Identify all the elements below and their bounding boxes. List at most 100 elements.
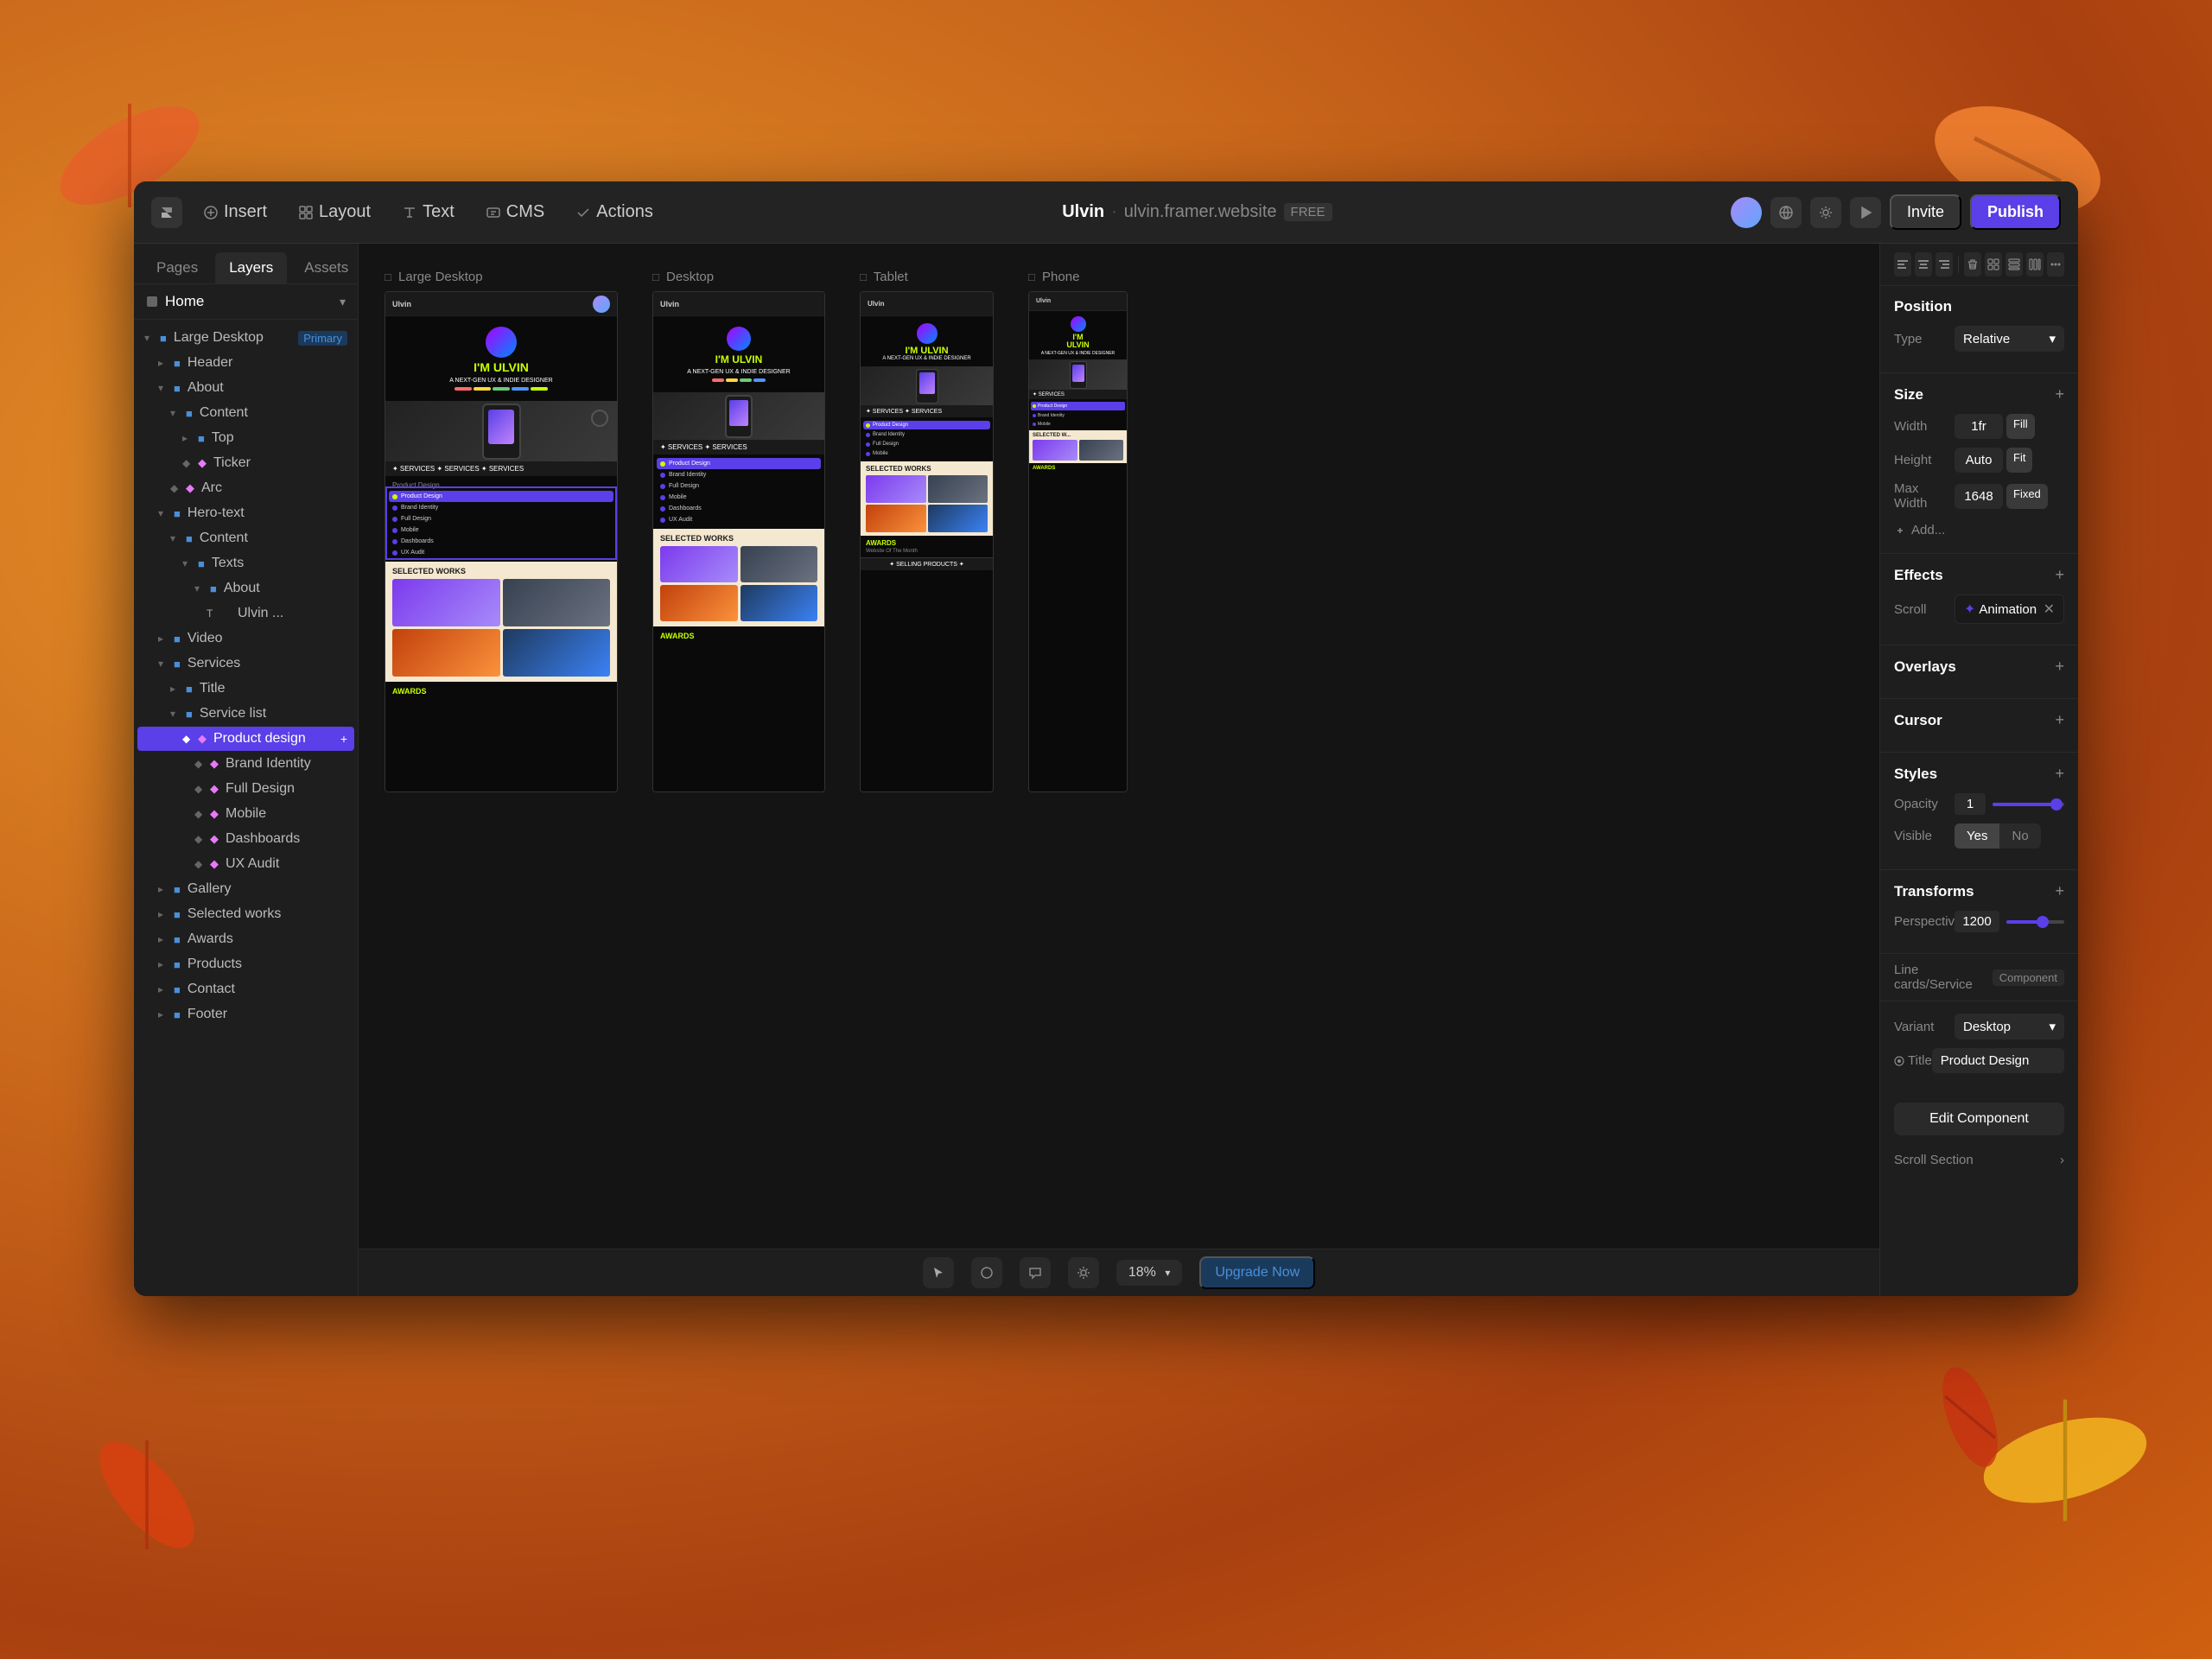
type-select[interactable]: Relative ▾ <box>1955 326 2064 352</box>
layer-large-desktop[interactable]: ▾ ■ Large Desktop Primary <box>137 326 354 350</box>
maxwidth-input[interactable]: 1648 <box>1955 484 2003 509</box>
layer-full-design[interactable]: ◆ ◆ Full Design + <box>137 777 354 801</box>
user-avatar[interactable] <box>1731 197 1762 228</box>
layer-dashboards[interactable]: ◆ ◆ Dashboards + <box>137 827 354 851</box>
layer-texts[interactable]: ▾ ■ Texts <box>137 551 354 575</box>
upgrade-button[interactable]: Upgrade Now <box>1199 1256 1315 1289</box>
layer-selected-works[interactable]: ▸ ■ Selected works <box>137 902 354 926</box>
height-row: Height Auto Fit <box>1894 448 2064 473</box>
invite-button[interactable]: Invite <box>1890 194 1961 230</box>
width-mode[interactable]: Fill <box>2006 414 2035 439</box>
mock-service-ux: UX Audit <box>389 547 613 558</box>
visible-no[interactable]: No <box>1999 823 2040 849</box>
effects-add-btn[interactable]: + <box>2055 566 2064 584</box>
layer-awards[interactable]: ▸ ■ Awards <box>137 927 354 951</box>
tab-pages[interactable]: Pages <box>143 252 212 283</box>
layout-tool-btn[interactable] <box>1985 252 2002 276</box>
layer-contact[interactable]: ▸ ■ Contact <box>137 977 354 1001</box>
width-input[interactable]: 1fr <box>1955 414 2003 439</box>
styles-add-btn[interactable]: + <box>2055 765 2064 783</box>
arrow-icon: ▸ <box>158 908 170 920</box>
layer-about[interactable]: ▾ ■ About <box>137 376 354 400</box>
edit-component-button[interactable]: Edit Component <box>1894 1103 2064 1135</box>
globe-icon-btn[interactable] <box>1770 197 1802 228</box>
opacity-slider-track[interactable] <box>1993 803 2064 806</box>
frame-icon: ■ <box>160 332 167 345</box>
zoom-control[interactable]: 18% ▾ <box>1116 1260 1183 1286</box>
publish-button[interactable]: Publish <box>1970 194 2061 230</box>
flex-col-btn[interactable] <box>2005 252 2023 276</box>
layer-ux-audit[interactable]: ◆ ◆ UX Audit + <box>137 852 354 876</box>
variant-select[interactable]: Desktop ▾ <box>1955 1014 2064 1039</box>
tab-assets[interactable]: Assets <box>290 252 362 283</box>
height-mode[interactable]: Fit <box>2006 448 2032 473</box>
chat-tool[interactable] <box>1020 1257 1051 1288</box>
layer-brand-identity[interactable]: ◆ ◆ Brand Identity + <box>137 752 354 776</box>
layer-hero-text[interactable]: ▾ ■ Hero-text ⚙ <box>137 501 354 525</box>
sun-tool[interactable] <box>1068 1257 1099 1288</box>
add-size-btn[interactable]: Add... <box>1894 519 2064 541</box>
preview-viewport-tablet[interactable]: Ulvin I'M ULVIN A NEXT-GEN UX & INDIE DE… <box>860 291 994 792</box>
tab-layers[interactable]: Layers <box>215 252 287 283</box>
page-selector[interactable]: Home ▾ <box>134 284 358 320</box>
avatar-t <box>917 323 938 344</box>
perspective-slider[interactable] <box>2006 920 2064 924</box>
actions-button[interactable]: Actions <box>565 197 664 227</box>
align-left-btn[interactable] <box>1894 252 1911 276</box>
settings-icon-btn[interactable] <box>1810 197 1841 228</box>
layer-title[interactable]: ▸ ■ Title + <box>137 677 354 701</box>
pointer-tool[interactable] <box>971 1257 1002 1288</box>
align-center-btn[interactable] <box>1915 252 1932 276</box>
align-right-btn[interactable] <box>1936 252 1953 276</box>
insert-button[interactable]: Insert <box>193 197 277 227</box>
layer-products[interactable]: ▸ ■ Products <box>137 952 354 976</box>
layer-product-design[interactable]: ◆ ◆ Product design + <box>137 727 354 751</box>
text-button[interactable]: Text <box>391 197 465 227</box>
canvas-area[interactable]: □ Large Desktop Ulvin <box>359 244 1879 1296</box>
layer-ulvin[interactable]: T Ulvin ... + <box>137 601 354 626</box>
layer-about2[interactable]: ▾ ■ About <box>137 576 354 601</box>
preview-viewport-desktop[interactable]: Ulvin I'M ULVIN A NEXT-GEN UX & INDIE DE… <box>652 291 825 792</box>
layer-services[interactable]: ▾ ■ Services <box>137 652 354 676</box>
animation-close-btn[interactable]: ✕ <box>2044 601 2055 618</box>
preview-viewport-phone[interactable]: Ulvin I'MULVIN A NEXT-GEN UX & INDIE DES… <box>1028 291 1128 792</box>
layer-header[interactable]: ▸ ■ Header ⚙ <box>137 351 354 375</box>
cms-button[interactable]: CMS <box>475 197 555 227</box>
animation-badge: ✦ Animation ✕ <box>1955 594 2064 624</box>
layer-name: Ulvin ... <box>238 606 334 621</box>
layer-footer[interactable]: ▸ ■ Footer ⚙ <box>137 1002 354 1027</box>
cursor-tool[interactable] <box>923 1257 954 1288</box>
mock-service-dash: Dashboards <box>389 536 613 547</box>
dash-d: Dashboards <box>657 503 821 514</box>
add-icon[interactable]: + <box>340 732 347 746</box>
height-input[interactable]: Auto <box>1955 448 2003 473</box>
layer-ticker[interactable]: ◆ ◆ Ticker <box>137 451 354 475</box>
layer-top[interactable]: ▸ ■ Top <box>137 426 354 450</box>
flex-row-btn[interactable] <box>2026 252 2044 276</box>
frame-icon: ■ <box>174 983 181 996</box>
layer-mobile[interactable]: ◆ ◆ Mobile + <box>137 802 354 826</box>
maxwidth-mode[interactable]: Fixed <box>2006 484 2048 509</box>
overlays-add-btn[interactable]: + <box>2055 658 2064 676</box>
layout-button[interactable]: Layout <box>288 197 381 227</box>
size-add-btn[interactable]: + <box>2055 385 2064 404</box>
opacity-value: 1 <box>1955 793 2064 815</box>
preview-viewport-large[interactable]: Ulvin I'M ULVIN A NEXT-GEN UX & INDIE DE… <box>385 291 618 792</box>
visible-yes[interactable]: Yes <box>1955 823 1999 849</box>
layer-service-list[interactable]: ▾ ■ Service list <box>137 702 354 726</box>
trash-btn[interactable] <box>1964 252 1981 276</box>
layer-gallery[interactable]: ▸ ■ Gallery <box>137 877 354 901</box>
scroll-section[interactable]: Scroll Section › <box>1880 1144 2078 1176</box>
component-title-input[interactable]: Product Design <box>1932 1048 2064 1073</box>
more-btn[interactable] <box>2047 252 2064 276</box>
frame-icon: ■ <box>174 958 181 971</box>
perspective-input[interactable]: 1200 <box>1955 911 1999 932</box>
opacity-input[interactable]: 1 <box>1955 793 1986 815</box>
layer-arc[interactable]: ◆ ◆ Arc <box>137 476 354 500</box>
layer-content[interactable]: ▾ ■ Content <box>137 401 354 425</box>
layer-content2[interactable]: ▾ ■ Content <box>137 526 354 550</box>
transforms-add-btn[interactable]: + <box>2055 882 2064 900</box>
play-icon-btn[interactable] <box>1850 197 1881 228</box>
layer-video[interactable]: ▸ ■ Video <box>137 626 354 651</box>
cursor-add-btn[interactable]: + <box>2055 711 2064 729</box>
